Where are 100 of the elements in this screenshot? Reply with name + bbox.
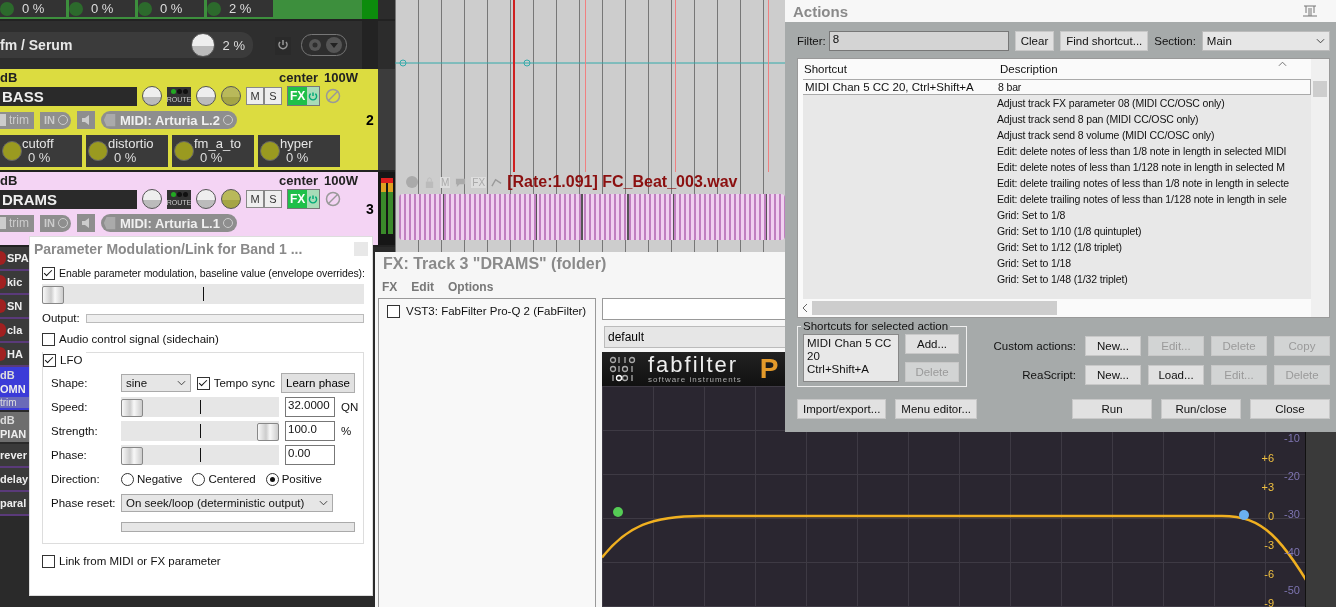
action-row[interactable]: Adjust track send 8 volume (MIDI CC/OSC only): [803, 127, 1311, 143]
field-label: Shape:: [51, 377, 89, 389]
column-header[interactable]: Shortcut: [798, 63, 994, 75]
checkbox[interactable]: [43, 353, 56, 367]
value-field[interactable]: 0.00: [285, 445, 335, 465]
clear-button[interactable]: Clear: [1014, 31, 1055, 51]
phase-icon[interactable]: [325, 191, 342, 207]
value-field[interactable]: 32.0000: [285, 397, 335, 417]
menu-item[interactable]: FX: [382, 280, 398, 294]
vertical-scrollbar[interactable]: [1311, 59, 1329, 317]
checkbox[interactable]: [387, 304, 400, 318]
checkbox[interactable]: [196, 376, 210, 390]
logo-icon: [608, 356, 638, 382]
action-row[interactable]: Edit: delete trailing notes of less than 1/128 note in length in sele: [803, 191, 1311, 207]
shortcut-list[interactable]: MIDI Chan 5 CC 20 Ctrl+Shift+A: [803, 334, 899, 382]
shape-dropdown[interactable]: sine: [121, 374, 191, 392]
slider-track[interactable]: [42, 284, 364, 304]
action-row[interactable]: Grid: Set to 1/48 (1/32 triplet): [803, 271, 1311, 287]
parameter-chip[interactable]: 0 %: [138, 0, 204, 17]
action-row[interactable]: MIDI Chan 5 CC 20, Ctrl+Shift+A 8 bar: [803, 79, 1311, 95]
dialog-button[interactable]: Run: [1072, 399, 1152, 419]
action-row[interactable]: Edit: delete notes of less than 1/128 note in length in selected M: [803, 159, 1311, 175]
action-row[interactable]: Adjust track FX parameter 08 (MIDI CC/OSC only): [803, 95, 1311, 111]
radio-label: Positive: [281, 473, 322, 485]
slider-track[interactable]: [121, 421, 279, 441]
action-row[interactable]: Grid: Set to 1/18: [803, 255, 1311, 271]
action-row[interactable]: Grid: Set to 1/12 (1/8 triplet): [803, 239, 1311, 255]
fx-chain-item[interactable]: VST3: FabFilter Pro-Q 2 (FabFilter): [379, 302, 595, 320]
track-name-field[interactable]: DRAMS: [0, 189, 137, 209]
parameter-chip[interactable]: fm_a_to 0 %: [172, 135, 254, 167]
dialog-button[interactable]: Close: [1250, 399, 1330, 419]
dialog-button[interactable]: Menu editor...: [895, 399, 978, 419]
eq-band-handle[interactable]: [1239, 510, 1249, 520]
track-name: SPA: [7, 252, 29, 264]
action-row[interactable]: Edit: delete notes of less than 1/8 note in length in selected MIDI: [803, 143, 1311, 159]
pan-knob[interactable]: [196, 189, 216, 209]
mute-button[interactable]: M: [246, 87, 264, 105]
solo-button[interactable]: S: [264, 190, 282, 208]
scroll-left-icon[interactable]: [802, 303, 808, 313]
power-icon[interactable]: [405, 175, 419, 189]
shortcut-item[interactable]: Ctrl+Shift+A: [807, 363, 895, 376]
parameter-value: 0 %: [27, 151, 52, 165]
section-dropdown[interactable]: Main: [1201, 31, 1330, 51]
parameter-chip[interactable]: 2 %: [207, 0, 273, 17]
group-button[interactable]: Add...: [905, 334, 959, 354]
parameter-value: 0 %: [113, 151, 138, 165]
parameter-chip[interactable]: hyper 0 %: [258, 135, 340, 167]
menu-item[interactable]: Edit: [411, 280, 434, 294]
dialog-button[interactable]: Import/export...: [797, 399, 887, 419]
phase-reset-dropdown[interactable]: On seek/loop (deterministic output): [121, 494, 333, 512]
volume-knob[interactable]: [142, 86, 162, 106]
shortcut-item[interactable]: MIDI Chan 5 CC 20: [807, 337, 895, 363]
mute-button[interactable]: M: [246, 190, 264, 208]
find-shortcut-button[interactable]: Find shortcut...: [1060, 31, 1149, 51]
pin-icon[interactable]: [1302, 4, 1318, 18]
slider-thumb[interactable]: [257, 423, 279, 441]
parameter-chip[interactable]: cutoff 0 %: [0, 135, 82, 167]
action-row[interactable]: Grid: Set to 1/10 (1/8 quintuplet): [803, 223, 1311, 239]
action-button[interactable]: Load...: [1148, 365, 1204, 385]
solo-button[interactable]: S: [264, 87, 282, 105]
comment-icon[interactable]: [455, 176, 467, 188]
width-knob[interactable]: [221, 86, 241, 106]
action-row[interactable]: Adjust track send 8 pan (MIDI CC/OSC only): [803, 111, 1311, 127]
track-name-field[interactable]: BASS: [0, 86, 137, 106]
pan-knob[interactable]: [196, 86, 216, 106]
row-label: Custom actions:: [993, 340, 1076, 352]
action-button[interactable]: New...: [1085, 365, 1141, 385]
width-knob[interactable]: [221, 189, 241, 209]
eq-band-handle[interactable]: [613, 507, 623, 517]
parameter-chip[interactable]: 0 %: [0, 0, 66, 17]
phase-icon[interactable]: [325, 88, 342, 104]
action-row[interactable]: Edit: delete trailing notes of less than 1/8 note in length in selecte: [803, 175, 1311, 191]
parameter-chip[interactable]: distortio 0 %: [86, 135, 168, 167]
menu-item[interactable]: Options: [448, 280, 494, 294]
filter-field[interactable]: 8: [828, 31, 1009, 51]
action-row[interactable]: Grid: Set to 1/8: [803, 207, 1311, 223]
dialog-button[interactable]: Run/close: [1161, 399, 1241, 419]
gear-icon[interactable]: [301, 34, 347, 56]
slider-thumb[interactable]: [42, 286, 64, 304]
track-name: SN: [7, 300, 23, 312]
checkbox[interactable]: [42, 266, 55, 280]
envelope-icon[interactable]: [491, 176, 503, 188]
slider-thumb[interactable]: [121, 399, 143, 417]
learn-phase-button[interactable]: Learn phase: [281, 373, 355, 393]
slider-thumb[interactable]: [121, 447, 143, 465]
column-header[interactable]: Description: [994, 63, 1311, 75]
checkbox[interactable]: [42, 554, 55, 568]
parameter-chip[interactable]: 0 %: [69, 0, 135, 17]
power-icon[interactable]: [307, 190, 320, 208]
power-icon[interactable]: [307, 87, 320, 105]
speaker-icon[interactable]: [77, 111, 95, 129]
fx-slot[interactable]: fm / Serum 2 %: [0, 32, 253, 58]
checkbox[interactable]: [42, 332, 55, 346]
volume-knob[interactable]: [142, 189, 162, 209]
speaker-icon[interactable]: [77, 214, 95, 232]
action-button[interactable]: New...: [1085, 336, 1141, 356]
slider-track[interactable]: [121, 397, 279, 417]
slider-track[interactable]: [121, 445, 279, 465]
value-field[interactable]: 100.0: [285, 421, 335, 441]
trim-button[interactable]: trim: [0, 397, 29, 408]
